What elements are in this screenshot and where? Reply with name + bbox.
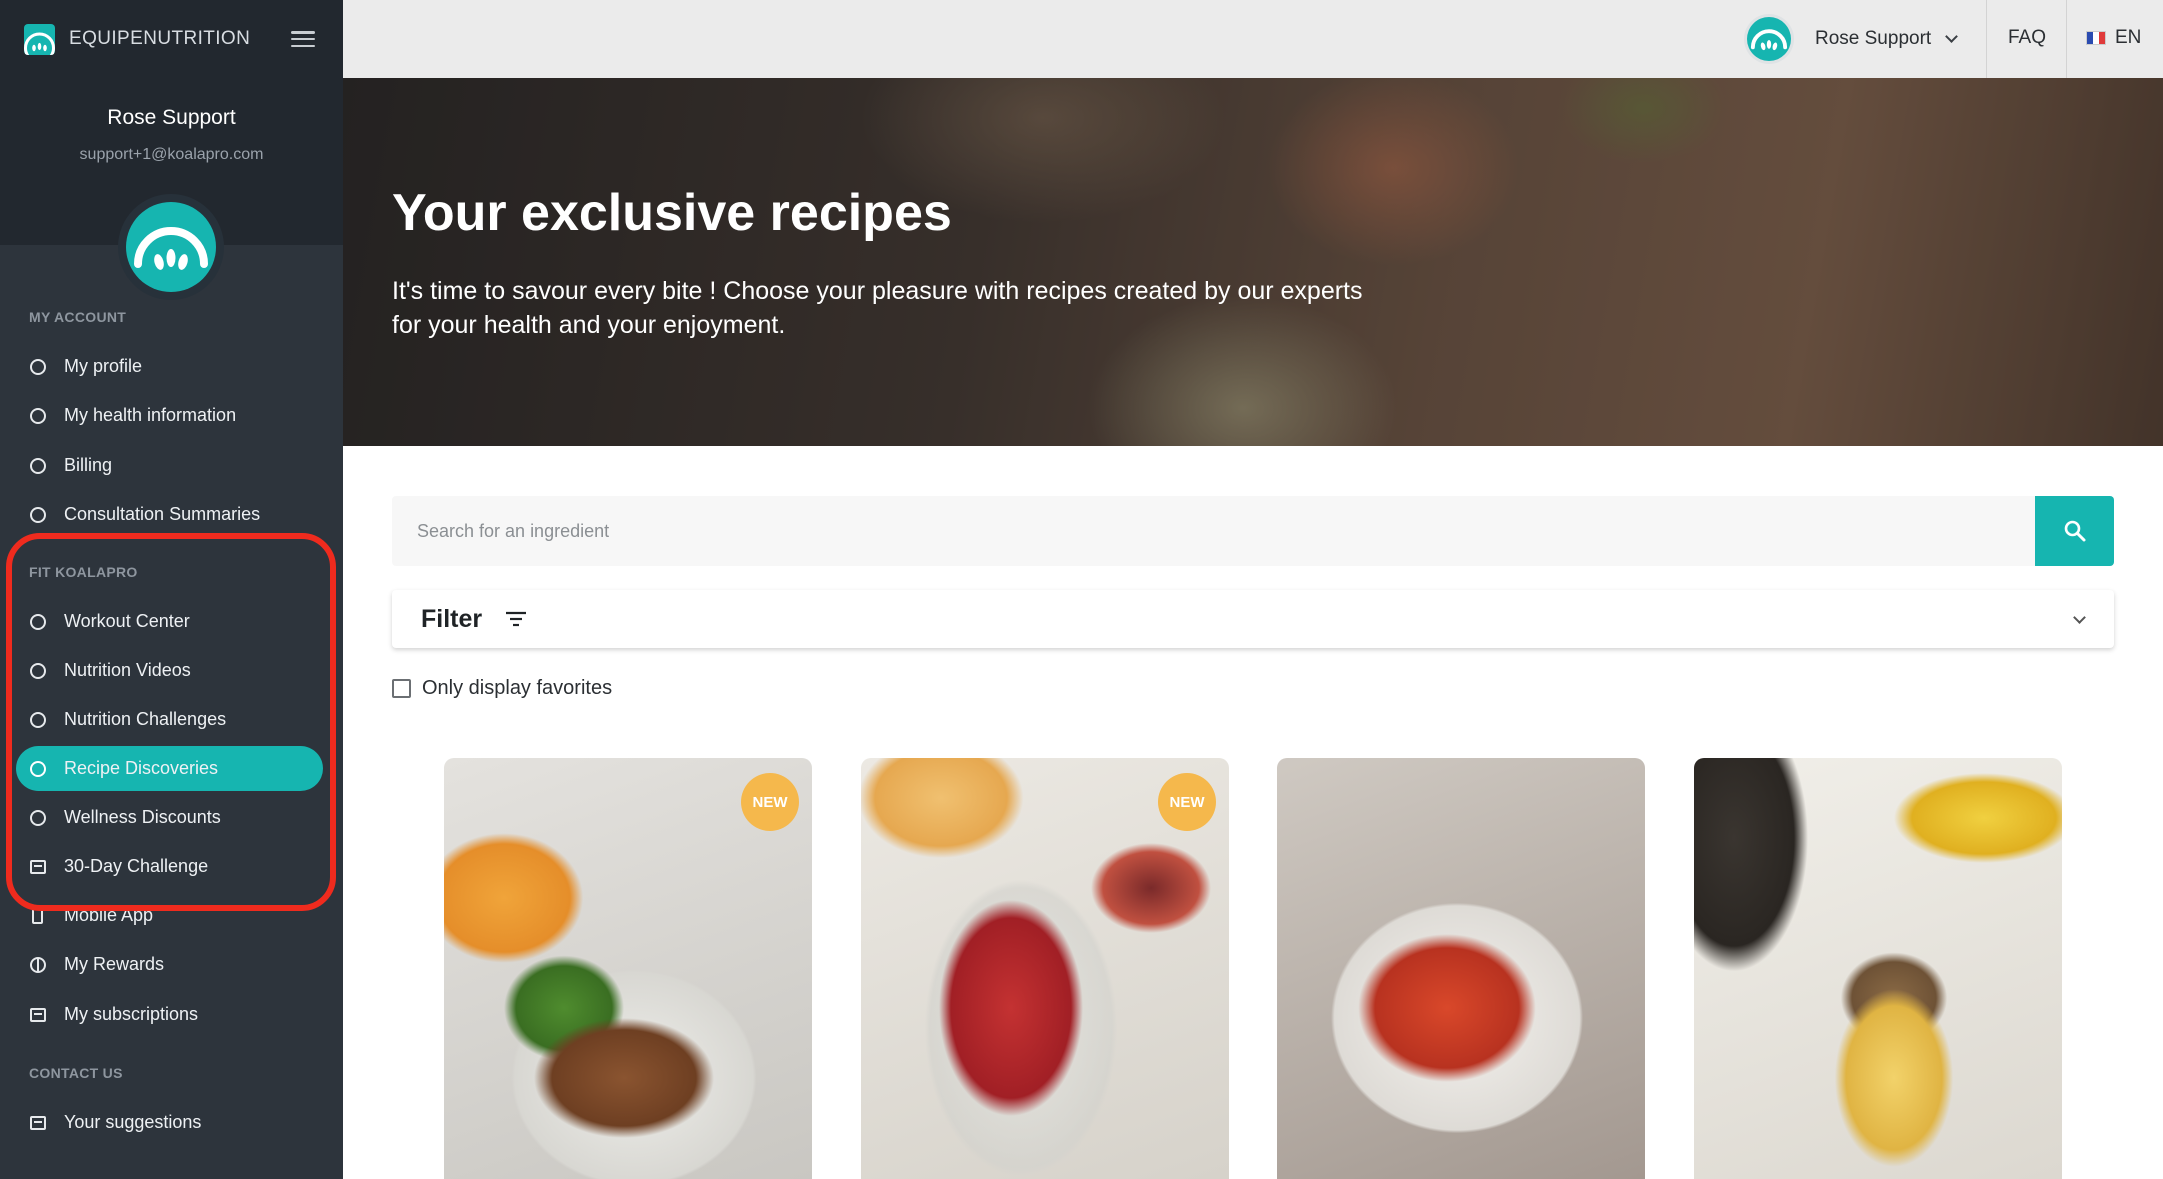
divider <box>1986 0 1987 78</box>
favorites-toggle: Only display favorites <box>392 677 612 700</box>
koala-logo-icon <box>126 202 216 292</box>
sidebar-item-label: Billing <box>64 455 113 475</box>
search-input[interactable] <box>392 496 2036 566</box>
favorites-checkbox[interactable] <box>392 679 411 698</box>
circle-icon <box>30 407 46 424</box>
sidebar-item-recipe-discoveries[interactable]: Recipe Discoveries <box>16 746 323 791</box>
french-flag-icon <box>2086 31 2106 45</box>
circle-icon <box>30 809 46 826</box>
filter-label: Filter <box>421 605 483 633</box>
new-badge: NEW <box>1158 773 1216 831</box>
sidebar-item-label: Wellness Discounts <box>64 807 221 827</box>
sidebar-item-label: Nutrition Challenges <box>64 709 227 729</box>
filter-icon <box>506 611 526 627</box>
sidebar-item-label: Consultation Summaries <box>64 504 261 524</box>
sidebar-item-label: My Rewards <box>64 954 165 974</box>
sidebar-item-label: My health information <box>64 405 237 425</box>
circle-icon <box>30 711 46 728</box>
sidebar-item-label: Recipe Discoveries <box>64 758 219 778</box>
brand-logo-icon <box>24 23 55 55</box>
topbar-user-name: Rose Support <box>1815 28 1932 49</box>
menu-toggle-icon[interactable] <box>291 31 315 47</box>
favorites-label: Only display favorites <box>422 677 613 699</box>
sidebar-item-billing[interactable]: Billing <box>16 443 323 488</box>
hero-banner: Your exclusive recipes It's time to savo… <box>343 78 2163 446</box>
sidebar-item-label: Your suggestions <box>64 1112 202 1132</box>
recipe-card[interactable]: NEW <box>861 758 1229 1179</box>
gift-icon <box>30 956 46 973</box>
language-selector[interactable]: EN <box>2086 27 2141 49</box>
circle-icon <box>30 358 46 375</box>
avatar <box>1744 14 1794 64</box>
hero-subtitle: It's time to savour every bite ! Choose … <box>392 277 1363 339</box>
divider <box>2066 0 2067 78</box>
sidebar-item-nutrition-videos[interactable]: Nutrition Videos <box>16 648 323 693</box>
section-title-contact-us: CONTACT US <box>29 1065 123 1081</box>
chevron-down-icon <box>1945 29 1959 43</box>
circle-icon <box>30 613 46 630</box>
sidebar-item-label: Workout Center <box>64 611 190 631</box>
sidebar-item-label: Mobile App <box>64 905 154 925</box>
sidebar-item-wellness-discounts[interactable]: Wellness Discounts <box>16 795 323 840</box>
calendar-icon <box>30 859 46 874</box>
sidebar-item-your-suggestions[interactable]: Your suggestions <box>16 1100 323 1145</box>
sidebar-item-health-information[interactable]: My health information <box>16 393 323 438</box>
user-menu[interactable]: Rose Support <box>1744 13 1959 65</box>
subscription-icon <box>30 1007 46 1022</box>
search-icon <box>2064 520 2085 542</box>
sidebar-item-workout-center[interactable]: Workout Center <box>16 599 323 644</box>
sidebar-item-label: Nutrition Videos <box>64 660 191 680</box>
sidebar-item-my-profile[interactable]: My profile <box>16 344 323 389</box>
avatar[interactable] <box>118 194 224 300</box>
sidebar-item-label: My profile <box>64 356 143 376</box>
sidebar-item-label: My subscriptions <box>64 1004 199 1024</box>
recipe-card[interactable] <box>1277 758 1645 1179</box>
section-title-my-account: MY ACCOUNT <box>29 309 127 325</box>
new-badge: NEW <box>741 773 799 831</box>
sidebar-item-my-subscriptions[interactable]: My subscriptions <box>16 992 323 1037</box>
koala-logo-icon <box>1747 17 1791 61</box>
sidebar-user-email: support+1@koalapro.com <box>79 146 264 163</box>
brand-name: EQUIPENUTRITION <box>69 28 251 49</box>
sidebar-user-name: Rose Support <box>107 106 236 129</box>
chevron-down-icon <box>2073 611 2086 624</box>
recipe-card[interactable] <box>1694 758 2062 1179</box>
sidebar-item-consultation-summaries[interactable]: Consultation Summaries <box>16 492 323 537</box>
search-button[interactable] <box>2035 496 2114 566</box>
sidebar-item-mobile-app[interactable]: Mobile App <box>16 893 323 938</box>
page-title: Your exclusive recipes <box>392 184 952 242</box>
faq-link[interactable]: FAQ <box>2008 27 2046 49</box>
filter-accordion[interactable]: Filter <box>392 590 2114 648</box>
search-bar <box>392 496 2114 566</box>
recipe-card[interactable]: NEW <box>444 758 812 1179</box>
sidebar-item-30-day-challenge[interactable]: 30-Day Challenge <box>16 844 323 889</box>
sidebar-item-my-rewards[interactable]: My Rewards <box>16 942 323 987</box>
sidebar-item-nutrition-challenges[interactable]: Nutrition Challenges <box>16 697 323 742</box>
language-label: EN <box>2115 27 2142 48</box>
top-bar: Rose Support FAQ EN <box>343 0 2163 78</box>
circle-icon <box>30 506 46 523</box>
sidebar: EQUIPENUTRITION Rose Support support+1@k… <box>0 0 343 1179</box>
feedback-icon <box>30 1115 46 1130</box>
circle-icon <box>30 457 46 474</box>
phone-icon <box>32 907 43 924</box>
circle-icon <box>30 760 46 777</box>
circle-icon <box>30 662 46 679</box>
section-title-fit-koalapro: FIT KOALAPRO <box>29 564 138 580</box>
sidebar-item-label: 30-Day Challenge <box>64 856 209 876</box>
brand[interactable]: EQUIPENUTRITION <box>24 22 250 56</box>
